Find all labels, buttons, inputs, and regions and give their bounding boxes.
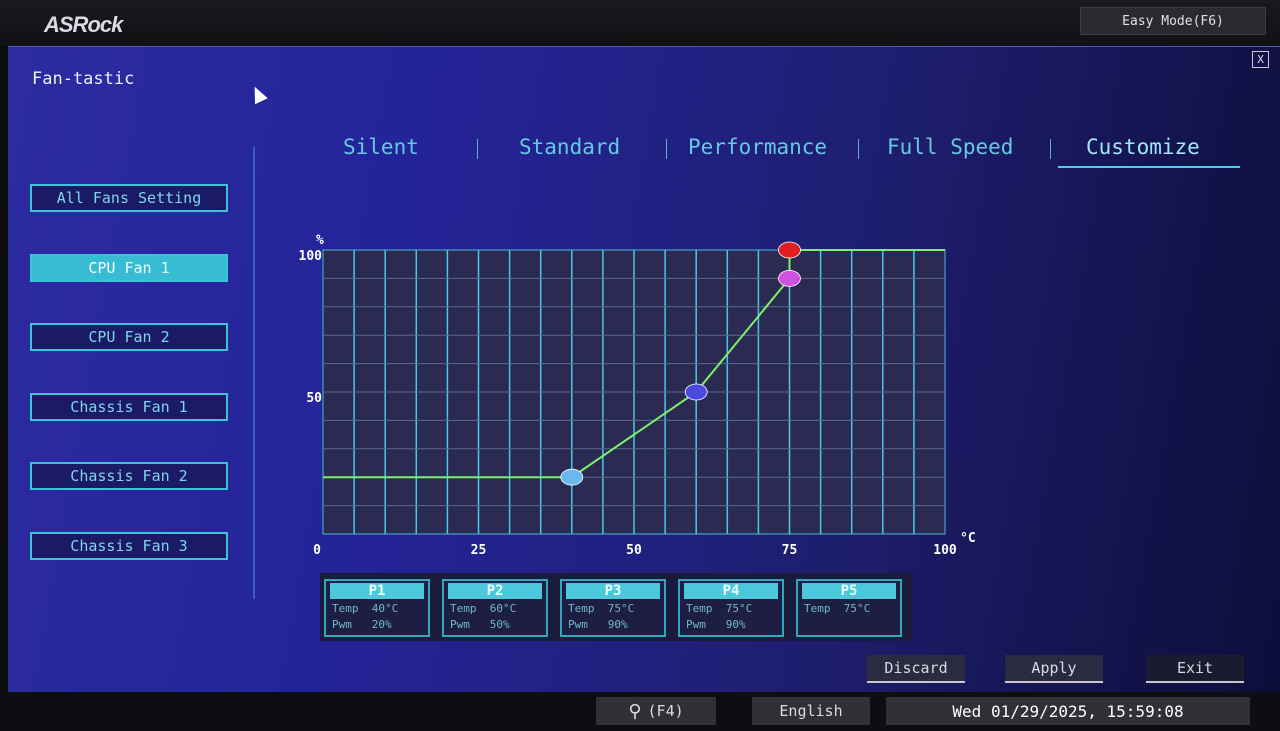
x-tick-label: 25: [471, 543, 487, 558]
point-temp: Temp 75°C: [680, 601, 782, 617]
cpu-fan-1-button[interactable]: CPU Fan 1: [30, 254, 228, 282]
pwm-value: 50%: [489, 618, 510, 631]
chassis-fan-3-button[interactable]: Chassis Fan 3: [30, 532, 228, 560]
search-icon: ⚲: [628, 700, 642, 722]
temp-label: Temp: [450, 602, 477, 615]
discard-button[interactable]: Discard: [867, 655, 965, 683]
pwm-label: Pwm: [686, 618, 706, 631]
point-name: P1: [330, 583, 424, 599]
grid: [323, 250, 945, 534]
point-box-p1: P1 Temp 40°C Pwm 20%: [324, 579, 430, 637]
point-pwm: Pwm 20%: [326, 617, 428, 633]
pwm-label: Pwm: [332, 618, 352, 631]
temp-value: 40°C: [371, 602, 399, 615]
temp-value: 75°C: [607, 602, 635, 615]
point-temp: Temp 60°C: [444, 601, 546, 617]
point-temp: Temp 75°C: [562, 601, 664, 617]
tab-separator: [858, 139, 859, 159]
y-axis-label: %: [316, 233, 324, 248]
x-tick-label: 100: [933, 543, 957, 558]
tab-customize[interactable]: Customize: [1086, 135, 1200, 159]
curve-point-handle-4[interactable]: [778, 241, 801, 259]
tab-full-speed[interactable]: Full Speed: [887, 135, 1013, 159]
fan-tastic-panel: Fan-tastic X All Fans Setting CPU Fan 1 …: [8, 46, 1280, 692]
pwm-label: Pwm: [568, 618, 588, 631]
language-button[interactable]: English: [752, 697, 870, 725]
point-pwm: Pwm 90%: [562, 617, 664, 633]
temp-value: 60°C: [489, 602, 517, 615]
tab-separator: [1050, 139, 1051, 159]
curve-point-handle-1[interactable]: [560, 468, 584, 486]
point-box-p2: P2 Temp 60°C Pwm 50%: [442, 579, 548, 637]
divider: [253, 147, 255, 599]
y-tick-label: 100: [299, 249, 323, 264]
curve-point-handle-3[interactable]: [778, 270, 801, 287]
tab-standard[interactable]: Standard: [519, 135, 620, 159]
point-box-p3: P3 Temp 75°C Pwm 90%: [560, 579, 666, 637]
search-button[interactable]: ⚲ (F4): [596, 697, 716, 725]
chassis-fan-2-button[interactable]: Chassis Fan 2: [30, 462, 228, 490]
fan-curve-chart[interactable]: 0 25 50 75 100 50 100 % °C: [278, 227, 998, 567]
easy-mode-button[interactable]: Easy Mode(F6): [1080, 7, 1266, 35]
tab-silent[interactable]: Silent: [343, 135, 419, 159]
point-temp: Temp 40°C: [326, 601, 428, 617]
asrock-logo: ASRock: [44, 12, 123, 37]
active-tab-underline: [1058, 166, 1240, 168]
page-title: Fan-tastic: [32, 69, 135, 89]
point-box-p4: P4 Temp 75°C Pwm 90%: [678, 579, 784, 637]
pwm-label: Pwm: [450, 618, 470, 631]
temp-value: 75°C: [843, 602, 871, 615]
temp-value: 75°C: [725, 602, 753, 615]
point-name: P5: [802, 583, 896, 599]
exit-button[interactable]: Exit: [1146, 655, 1244, 683]
point-pwm: Pwm 90%: [680, 617, 782, 633]
temp-label: Temp: [568, 602, 595, 615]
close-button[interactable]: X: [1252, 51, 1269, 68]
tab-separator: [477, 139, 478, 159]
point-box-p5: P5 Temp 75°C: [796, 579, 902, 637]
pwm-value: 90%: [725, 618, 746, 631]
chassis-fan-1-button[interactable]: Chassis Fan 1: [30, 393, 228, 421]
apply-button[interactable]: Apply: [1005, 655, 1103, 683]
x-tick-label: 0: [313, 543, 321, 558]
x-axis-label: °C: [960, 531, 976, 546]
point-temp: Temp 75°C: [798, 601, 900, 617]
cpu-fan-2-button[interactable]: CPU Fan 2: [30, 323, 228, 351]
tab-separator: [666, 139, 667, 159]
point-name: P4: [684, 583, 778, 599]
datetime: Wed 01/29/2025, 15:59:08: [886, 697, 1250, 725]
pwm-value: 20%: [371, 618, 392, 631]
point-pwm: Pwm 50%: [444, 617, 546, 633]
x-tick-label: 50: [626, 543, 642, 558]
curve-point-handle-2[interactable]: [684, 383, 708, 401]
temp-label: Temp: [332, 602, 359, 615]
temp-label: Temp: [686, 602, 713, 615]
temp-label: Temp: [804, 602, 831, 615]
all-fans-setting-button[interactable]: All Fans Setting: [30, 184, 228, 212]
y-tick-label: 50: [306, 391, 322, 406]
search-shortcut: (F4): [647, 702, 684, 720]
pwm-value: 90%: [607, 618, 628, 631]
point-name: P3: [566, 583, 660, 599]
top-bar: ASRock Easy Mode(F6): [0, 0, 1280, 46]
tab-performance[interactable]: Performance: [688, 135, 827, 159]
x-tick-label: 75: [782, 543, 798, 558]
point-name: P2: [448, 583, 542, 599]
